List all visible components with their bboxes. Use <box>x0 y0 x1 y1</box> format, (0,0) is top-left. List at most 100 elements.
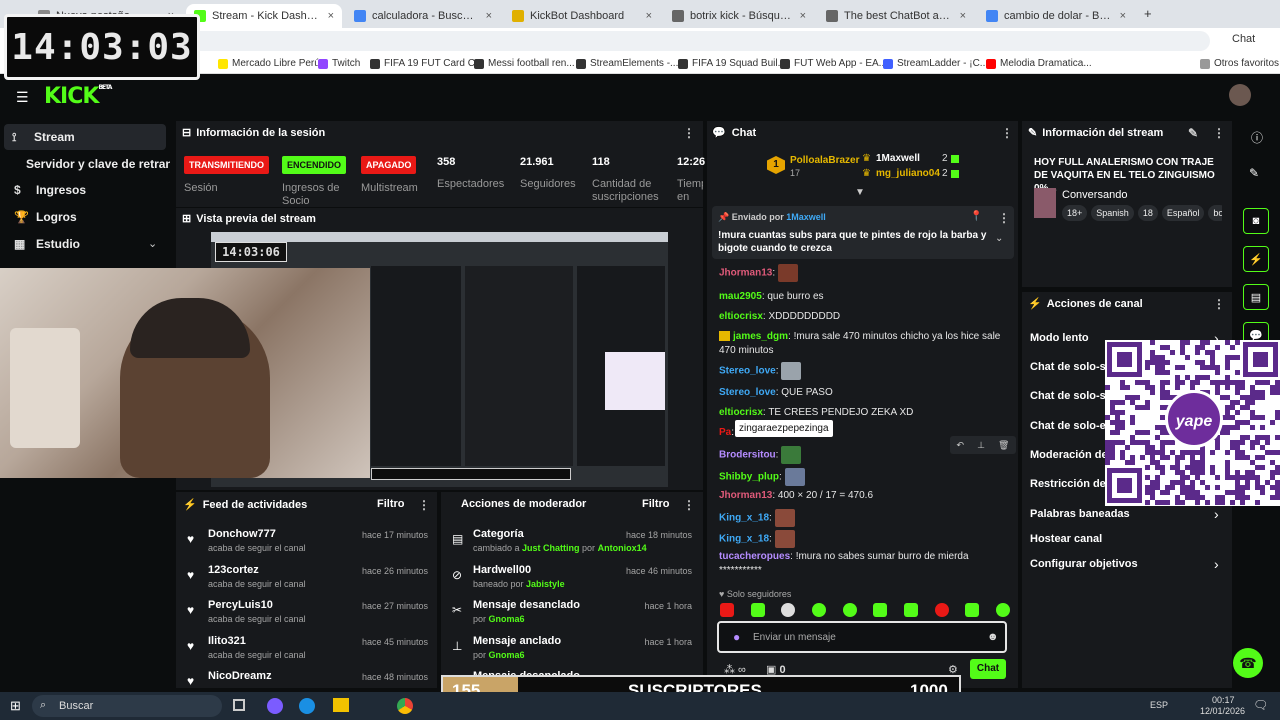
edge-icon[interactable] <box>299 698 315 714</box>
chat-username[interactable]: Brodersitou <box>719 450 776 461</box>
windows-start-icon[interactable]: ⊞ <box>10 698 21 714</box>
mic-icon[interactable]: ● <box>733 630 740 644</box>
feed-user-name[interactable]: Ilito321 <box>208 635 246 647</box>
detail-by[interactable]: Gnoma6 <box>489 614 525 624</box>
detail-by[interactable]: Antoniox14 <box>598 543 647 553</box>
other-favorites[interactable]: Otros favoritos <box>1200 58 1279 69</box>
feed-user-name[interactable]: NicoDreamz <box>208 670 272 682</box>
close-icon[interactable]: × <box>954 10 966 22</box>
bookmark-item[interactable]: Twitch <box>318 58 360 69</box>
browser-tab[interactable]: The best ChatBot and Widgets fo× <box>818 4 974 28</box>
stream-tag[interactable]: 18 <box>1137 205 1158 221</box>
emoji-icon[interactable]: ☻ <box>987 631 999 643</box>
channel-menu-icon[interactable]: ⋮ <box>1213 297 1225 311</box>
category-name[interactable]: Conversando <box>1062 189 1127 201</box>
sidebar-item[interactable]: ▦ Estudio <box>0 231 170 257</box>
bolt-icon[interactable]: ⚡ <box>1243 246 1269 272</box>
chat-username[interactable]: Stereo_love <box>719 366 776 377</box>
chevron-right-icon[interactable]: › <box>1214 506 1219 522</box>
chat-username[interactable]: King_x_18 <box>719 513 769 524</box>
feed-menu-icon[interactable]: ⋮ <box>418 498 430 512</box>
chat-button[interactable]: Chat <box>1232 33 1255 45</box>
language-indicator[interactable]: ESP <box>1150 700 1168 710</box>
address-bar[interactable]: stream <box>120 31 1210 51</box>
channel-action-item[interactable]: Hostear canal <box>1030 533 1102 545</box>
session-menu-icon[interactable]: ⋮ <box>683 126 695 140</box>
stream-info-menu-icon[interactable]: ⋮ <box>1213 126 1225 140</box>
channel-action-item[interactable]: Configurar objetivos <box>1030 558 1138 570</box>
notification-icon[interactable]: 🗨 <box>1253 698 1268 712</box>
copilot-icon[interactable] <box>267 698 283 714</box>
browser-tab[interactable]: calculadora - Buscar con Google× <box>346 4 500 28</box>
bookmark-item[interactable]: Melodia Dramatica... <box>986 58 1092 69</box>
stream-tag[interactable]: Español <box>1161 205 1205 221</box>
bookmark-item[interactable]: StreamLadder - ¡C... <box>883 58 988 69</box>
channel-action-item[interactable]: Chat de solo-em <box>1030 420 1116 432</box>
camera-icon[interactable]: ◙ <box>1243 208 1269 234</box>
close-icon[interactable]: × <box>322 10 334 22</box>
folder-icon[interactable] <box>333 698 349 712</box>
taskbar-date[interactable]: 12/01/2026 <box>1200 706 1245 716</box>
chat-username[interactable]: King_x_18 <box>719 534 769 545</box>
sidebar-item[interactable]: $ Ingresos <box>0 177 170 203</box>
detail-by[interactable]: Gnoma6 <box>489 650 525 660</box>
chat-menu-icon[interactable]: ⋮ <box>1001 126 1013 140</box>
bookmark-item[interactable]: Messi football ren... <box>474 58 575 69</box>
close-icon[interactable]: × <box>480 10 492 22</box>
detail-by[interactable]: Jabistyle <box>526 579 565 589</box>
chrome-icon[interactable] <box>397 698 413 714</box>
channel-action-item[interactable]: Palabras baneadas <box>1030 508 1130 520</box>
document-icon[interactable]: ▤ <box>1243 284 1269 310</box>
detail-highlight[interactable]: Just Chatting <box>522 543 580 553</box>
feed-filter-button[interactable]: Filtro <box>377 498 405 510</box>
mod-menu-icon[interactable]: ⋮ <box>683 498 695 512</box>
chat-username[interactable]: Jhorman13 <box>719 268 772 279</box>
bookmark-item[interactable]: FUT Web App - EA... <box>780 58 887 69</box>
chat-username[interactable]: Pa <box>719 427 731 438</box>
bookmark-item[interactable]: FIFA 19 Squad Buil... <box>678 58 786 69</box>
browser-tab[interactable]: Stream - Kick Dashboard× <box>186 4 342 28</box>
sidebar-item[interactable]: ⟟ Stream <box>4 124 166 150</box>
gifter-name[interactable]: mg_juliano04 <box>876 168 940 179</box>
browser-tab[interactable]: botrix kick - Búsqueda × <box>664 4 814 28</box>
close-icon[interactable]: × <box>640 10 652 22</box>
kick-logo[interactable]: KICKBETA <box>44 84 112 109</box>
sidebar-item[interactable]: 🏆 Logros <box>0 204 170 230</box>
expand-gifters-icon[interactable]: ▼ <box>855 187 865 198</box>
pencil-icon[interactable]: ✎ <box>1249 166 1259 180</box>
chevron-down-icon[interactable]: ⌄ <box>995 233 1003 244</box>
edit-icon[interactable]: ✎ <box>1188 126 1198 140</box>
reply-icon[interactable]: ↶ <box>957 440 965 451</box>
chat-input[interactable]: ● Enviar un mensaje ☻ <box>717 621 1007 653</box>
taskbar-search[interactable]: ⌕ Buscar <box>32 695 222 717</box>
chevron-down-icon[interactable]: ⌄ <box>148 237 157 250</box>
pinned-menu-icon[interactable]: ⋮ <box>998 211 1010 225</box>
top-gifter-name[interactable]: PolloalaBrazer <box>790 155 859 166</box>
avatar[interactable] <box>1229 84 1251 106</box>
send-chat-button[interactable]: Chat <box>970 659 1006 679</box>
chevron-right-icon[interactable]: › <box>1214 556 1219 572</box>
task-view-icon[interactable] <box>233 699 245 711</box>
chat-username[interactable]: Shibby_plup <box>719 472 779 483</box>
mod-filter-button[interactable]: Filtro <box>642 498 670 510</box>
stream-tag[interactable]: bo <box>1208 205 1222 221</box>
chat-username[interactable]: Jhorman13 <box>719 490 772 501</box>
delete-icon[interactable]: 🗑 <box>998 440 1009 451</box>
bookmark-item[interactable]: StreamElements -... <box>576 58 678 69</box>
pin-icon[interactable]: ⊥ <box>977 440 985 451</box>
feed-user-name[interactable]: 123cortez <box>208 564 259 576</box>
chat-username[interactable]: eltiocrisx <box>719 407 763 418</box>
close-icon[interactable]: × <box>1114 10 1126 22</box>
bookmark-item[interactable]: FIFA 19 FUT Card C... <box>370 58 483 69</box>
new-tab-icon[interactable]: + <box>1144 6 1152 21</box>
close-icon[interactable]: × <box>794 10 806 22</box>
stream-tag[interactable]: 18+ <box>1062 205 1088 221</box>
chat-username[interactable]: tucacheropues <box>719 551 790 562</box>
chat-username[interactable]: eltiocrisx <box>719 311 763 322</box>
chat-username[interactable]: mau2905 <box>719 291 762 302</box>
bookmark-item[interactable]: Mercado Libre Perú <box>218 58 320 69</box>
info-icon[interactable]: ⓘ <box>1251 129 1263 146</box>
sidebar-item[interactable]: Servidor y clave de retransmisión <box>0 151 170 177</box>
menu-icon[interactable]: ☰ <box>16 89 29 106</box>
gifter-name[interactable]: 1Maxwell <box>876 153 920 164</box>
